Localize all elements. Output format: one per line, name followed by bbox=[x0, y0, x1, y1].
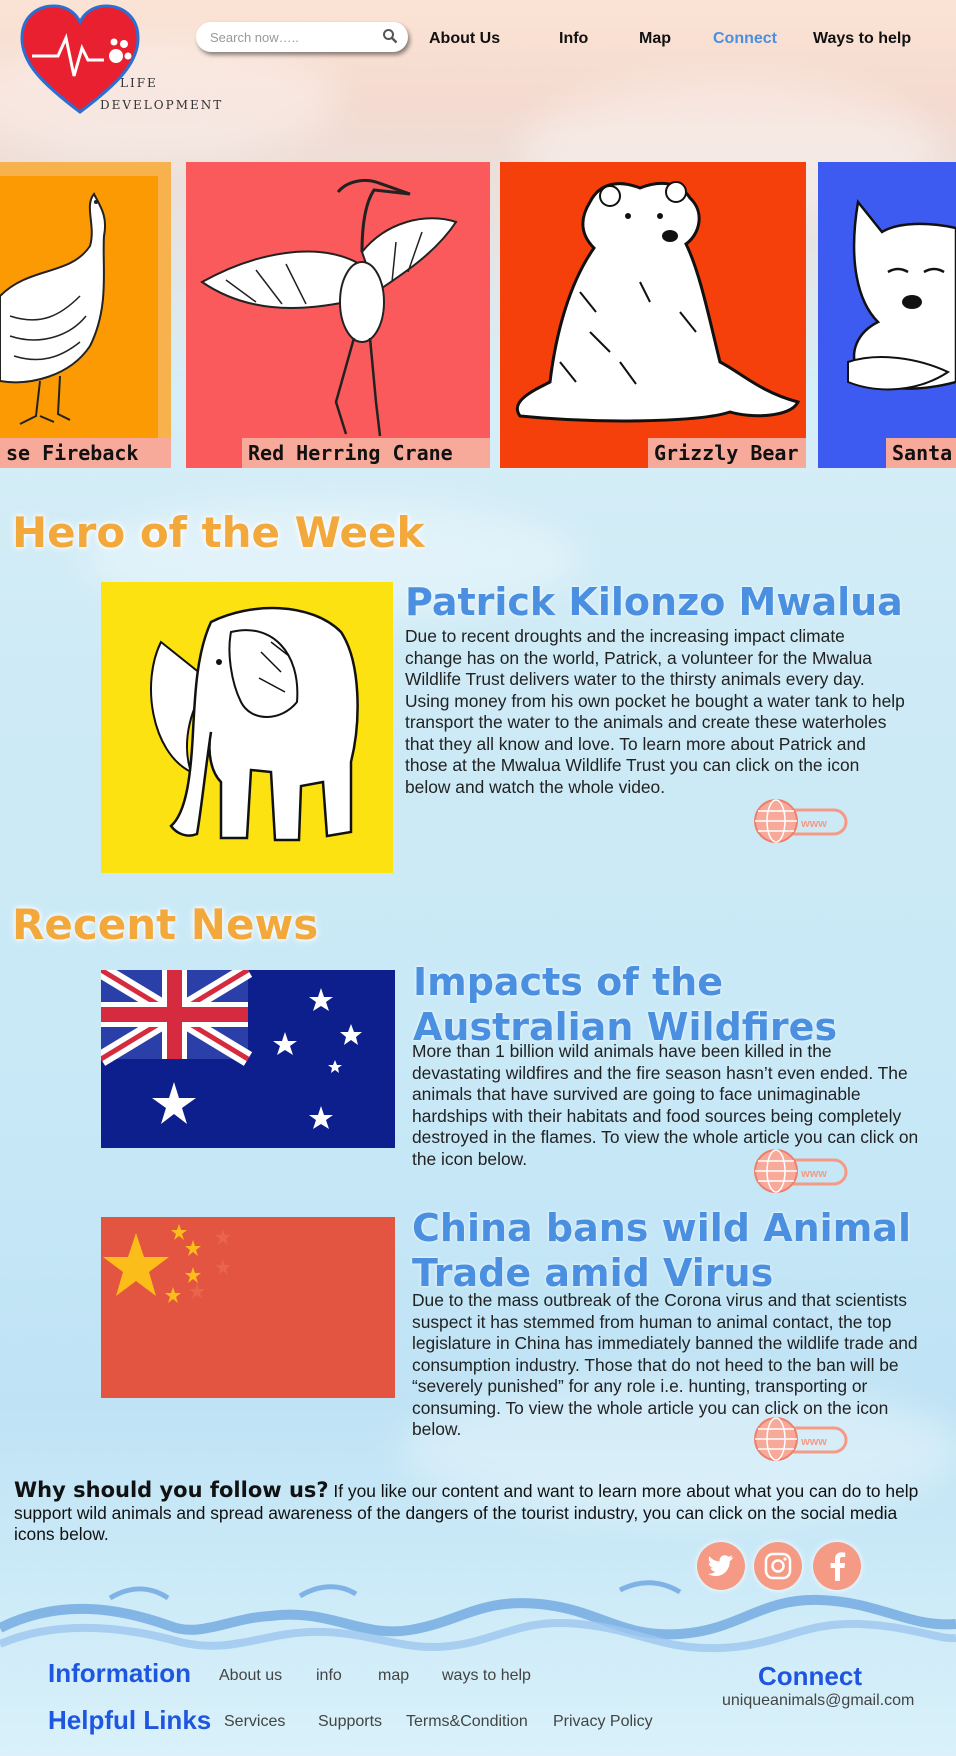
twitter-bird-glyph bbox=[707, 1555, 734, 1577]
china-flag-icon bbox=[101, 1217, 395, 1398]
follow-lead: Why should you follow us? bbox=[14, 1478, 329, 1502]
logo-text: LIFE bbox=[120, 76, 158, 90]
facebook-f-glyph bbox=[830, 1552, 846, 1581]
nav-connect[interactable]: Connect bbox=[713, 30, 777, 48]
hero-image bbox=[101, 582, 393, 873]
svg-text:www: www bbox=[800, 818, 827, 830]
footer-link-terms[interactable]: Terms&Condition bbox=[406, 1713, 528, 1731]
footer-link-map[interactable]: map bbox=[378, 1667, 409, 1685]
nav-map[interactable]: Map bbox=[639, 30, 671, 48]
svg-text:www: www bbox=[800, 1168, 827, 1180]
nav-ways-to-help[interactable]: Ways to help bbox=[813, 30, 911, 48]
bear-illustration-icon bbox=[516, 181, 801, 423]
follow-section: Why should you follow us? If you like ou… bbox=[14, 1478, 934, 1546]
logo-text: DEVELOPMENT bbox=[100, 98, 224, 112]
card-label: Grizzly Bear bbox=[648, 438, 806, 468]
card-label: Red Herring Crane bbox=[242, 438, 490, 468]
footer-link-about-us[interactable]: About us bbox=[219, 1667, 282, 1685]
news-title: China bans wild Animal Trade amid Virus bbox=[412, 1206, 911, 1295]
search-icon[interactable] bbox=[382, 28, 398, 44]
footer-information-heading: Information bbox=[48, 1658, 191, 1688]
card-image bbox=[0, 176, 158, 438]
www-link-icon[interactable]: www bbox=[752, 1416, 848, 1462]
wave-divider bbox=[0, 1580, 956, 1653]
footer-helpful-heading: Helpful Links bbox=[48, 1705, 212, 1735]
hero-heading: Hero of the Week bbox=[12, 508, 425, 557]
footer-link-ways-to-help[interactable]: ways to help bbox=[442, 1667, 531, 1685]
footer-link-services[interactable]: Services bbox=[224, 1713, 285, 1731]
news-title: Impacts of the Australian Wildfires bbox=[413, 960, 838, 1049]
www-link-icon[interactable]: www bbox=[752, 798, 848, 844]
australia-flag-icon bbox=[101, 970, 395, 1148]
search-input[interactable] bbox=[210, 29, 370, 45]
card-label: se Fireback bbox=[0, 438, 171, 468]
hero-body: Due to recent droughts and the increasin… bbox=[405, 626, 905, 797]
carousel-card-fox[interactable]: Santa bbox=[818, 162, 956, 468]
carousel-card-crane[interactable]: Red Herring Crane bbox=[186, 162, 490, 468]
fox-illustration-icon bbox=[847, 199, 956, 391]
elephant-illustration-icon bbox=[150, 606, 359, 842]
pheasant-illustration-icon bbox=[0, 192, 106, 425]
card-label: Santa bbox=[886, 438, 956, 468]
news-body: Due to the mass outbreak of the Corona v… bbox=[412, 1290, 918, 1439]
search-bar[interactable] bbox=[196, 22, 408, 52]
news-heading: Recent News bbox=[12, 900, 319, 949]
footer-link-info[interactable]: info bbox=[316, 1667, 342, 1685]
nav-info[interactable]: Info bbox=[559, 30, 588, 48]
hero-title: Patrick Kilonzo Mwalua bbox=[405, 580, 903, 624]
www-link-icon[interactable]: www bbox=[752, 1148, 848, 1194]
carousel-card-bear[interactable]: Grizzly Bear bbox=[500, 162, 806, 468]
footer-connect-heading: Connect bbox=[758, 1661, 862, 1691]
footer-link-supports[interactable]: Supports bbox=[318, 1713, 382, 1731]
svg-text:www: www bbox=[800, 1436, 827, 1448]
instagram-camera-glyph bbox=[764, 1552, 792, 1580]
nav-about-us[interactable]: About Us bbox=[429, 30, 500, 48]
footer-email[interactable]: uniqueanimals@gmail.com bbox=[722, 1692, 914, 1710]
carousel-card-fireback[interactable]: se Fireback bbox=[0, 162, 171, 468]
footer-link-privacy[interactable]: Privacy Policy bbox=[553, 1713, 653, 1731]
crane-illustration-icon bbox=[200, 178, 458, 437]
